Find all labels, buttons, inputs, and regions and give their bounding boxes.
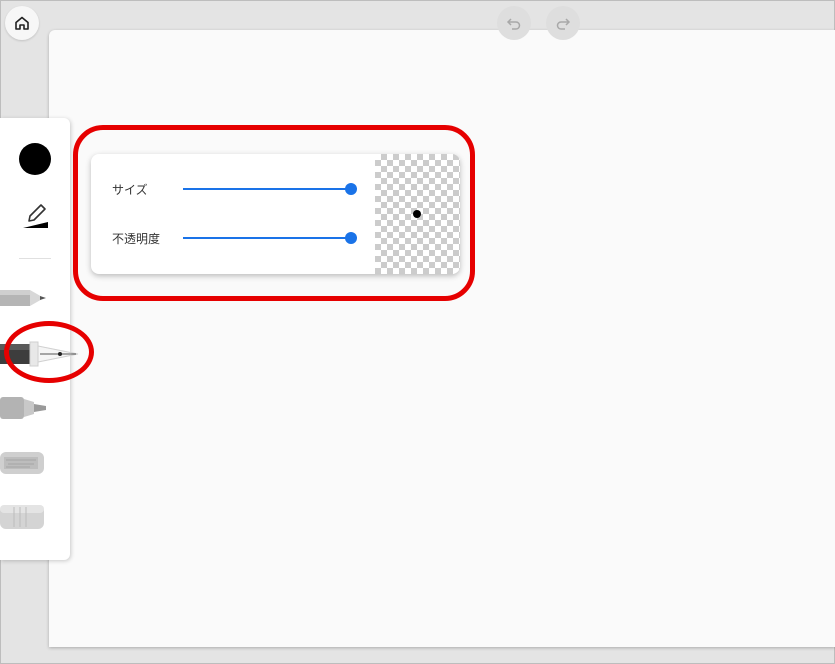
redo-button[interactable] (546, 6, 580, 40)
annotation-circle-pen (4, 321, 94, 383)
marker-tool[interactable] (0, 393, 50, 427)
crayon-tool[interactable] (0, 448, 50, 482)
drawing-canvas[interactable] (49, 30, 835, 647)
brush-size-icon (23, 204, 48, 228)
eraser-tool-icon (0, 505, 44, 529)
color-picker-button[interactable] (19, 143, 51, 175)
crayon-tool-icon (0, 452, 44, 474)
home-button[interactable] (5, 6, 39, 40)
annotation-circle-popup (73, 125, 475, 301)
toolbar-divider (19, 258, 51, 259)
pencil-tool-icon (0, 290, 46, 306)
eraser-tool[interactable] (0, 502, 50, 536)
undo-icon (506, 18, 521, 30)
brush-settings-button[interactable] (20, 198, 50, 230)
marker-tool-icon (0, 397, 46, 419)
home-icon (15, 16, 29, 30)
redo-icon (556, 18, 571, 30)
undo-button[interactable] (497, 6, 531, 40)
pencil-tool[interactable] (0, 286, 50, 314)
